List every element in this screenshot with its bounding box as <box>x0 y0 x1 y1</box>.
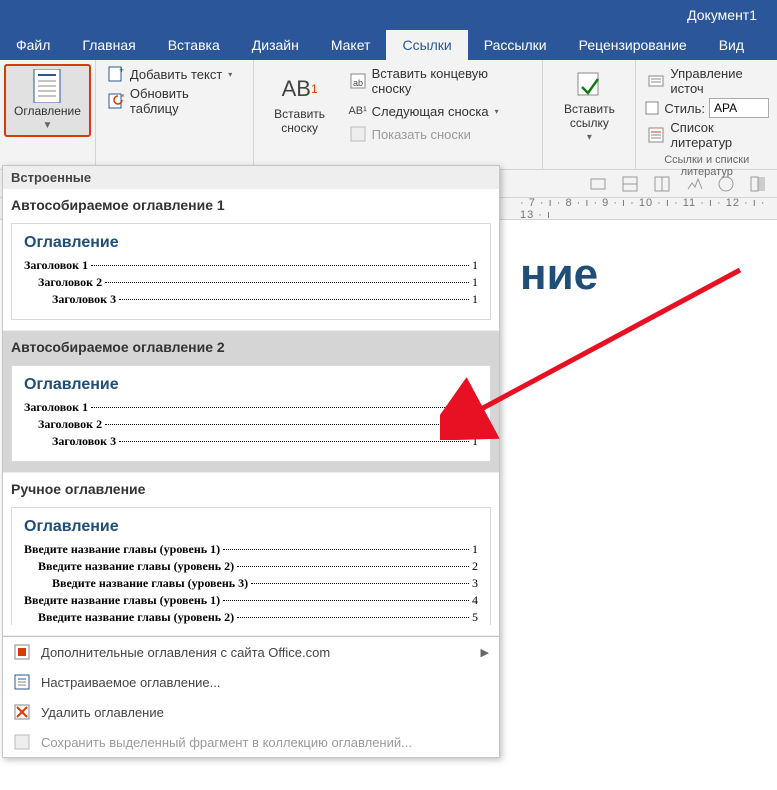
toc-preview-row: Заголовок 31 <box>24 292 478 307</box>
toc-preview-row: Заголовок 11 <box>24 258 478 273</box>
toc-preview: ОглавлениеЗаголовок 11Заголовок 21Заголо… <box>11 223 491 320</box>
insert-link-label: Вставить ссылку <box>559 102 619 130</box>
citation-style: Стиль: <box>644 98 769 118</box>
ribbon-tabs: ФайлГлавнаяВставкаДизайнМакетСсылкиРассы… <box>0 30 777 60</box>
more-toc-office-button[interactable]: Дополнительные оглавления с сайта Office… <box>3 637 499 667</box>
tab-дизайн[interactable]: Дизайн <box>236 30 315 60</box>
toc-preview: ОглавлениеЗаголовок 11Заголовок 21Заголо… <box>11 365 491 462</box>
chevron-down-icon: ▾ <box>228 70 232 79</box>
toc-preview-row: Введите название главы (уровень 2)5 <box>24 610 478 625</box>
tab-вид[interactable]: Вид <box>703 30 760 60</box>
document-heading: ние <box>520 250 777 300</box>
update-table-icon <box>108 93 124 109</box>
tool-icon-5[interactable] <box>717 175 735 193</box>
next-footnote-button[interactable]: AB¹ Следующая сноска ▾ <box>346 101 535 121</box>
insert-link-icon <box>573 68 605 100</box>
tab-рассылки[interactable]: Рассылки <box>468 30 563 60</box>
toc-preview-row: Введите название главы (уровень 1)1 <box>24 542 478 557</box>
custom-toc-icon <box>13 673 31 691</box>
insert-footnote-button[interactable]: AB1 Вставить сноску <box>262 64 338 144</box>
manage-sources-button[interactable]: Управление источ <box>644 64 769 98</box>
toc-gallery-item-3[interactable]: Ручное оглавление ОглавлениеВведите назва… <box>3 473 499 636</box>
tab-макет[interactable]: Макет <box>315 30 387 60</box>
bibliography-icon <box>648 127 664 143</box>
tool-icon-2[interactable] <box>621 175 639 193</box>
show-footnotes-icon <box>350 126 366 142</box>
svg-text:+: + <box>119 66 124 75</box>
tab-рецензирование[interactable]: Рецензирование <box>563 30 703 60</box>
toc-preview: ОглавлениеВведите название главы (уровен… <box>11 507 491 625</box>
toc-preview-row: Введите название главы (уровень 1)4 <box>24 593 478 608</box>
style-combo[interactable] <box>709 98 769 118</box>
insert-link-button[interactable]: Вставить ссылку ▾ <box>551 64 627 147</box>
remove-toc-button[interactable]: Удалить оглавление <box>3 697 499 727</box>
toc-icon <box>31 70 63 102</box>
toc-label: Оглавление <box>14 104 81 118</box>
update-table-button[interactable]: Обновить таблицу <box>104 84 245 118</box>
toc-button[interactable]: Оглавление ▼ <box>4 64 91 137</box>
next-footnote-icon: AB¹ <box>350 103 366 119</box>
toc-preview-row: Заголовок 31 <box>24 434 478 449</box>
gallery-item-title: Автособираемое оглавление 2 <box>9 335 493 361</box>
toc-preview-row: Введите название главы (уровень 2)2 <box>24 559 478 574</box>
gallery-item-title: Ручное оглавление <box>9 477 493 503</box>
title-bar: Документ1 <box>0 0 777 30</box>
chevron-down-icon: ▼ <box>43 120 53 131</box>
ribbon: Оглавление ▼ + Добавить текст ▾ Обновить… <box>0 60 777 170</box>
insert-footnote-label: Вставить сноску <box>270 107 330 135</box>
save-selection-icon <box>13 733 31 751</box>
tab-главная[interactable]: Главная <box>66 30 151 60</box>
tool-icon-6[interactable] <box>749 175 767 193</box>
gallery-item-title: Автособираемое оглавление 1 <box>9 193 493 219</box>
toc-preview-row: Заголовок 11 <box>24 400 478 415</box>
tab-ссылки[interactable]: Ссылки <box>386 30 467 60</box>
tool-icon-4[interactable] <box>685 175 703 193</box>
office-icon <box>13 643 31 661</box>
document-title: Документ1 <box>687 7 757 23</box>
remove-toc-icon <box>13 703 31 721</box>
tab-файл[interactable]: Файл <box>0 30 66 60</box>
toc-preview-row: Заголовок 21 <box>24 275 478 290</box>
gallery-commands: Дополнительные оглавления с сайта Office… <box>3 636 499 757</box>
tab-вставка[interactable]: Вставка <box>152 30 236 60</box>
show-footnotes-button[interactable]: Показать сноски <box>346 124 535 144</box>
style-label: Стиль: <box>664 101 705 116</box>
add-text-button[interactable]: + Добавить текст ▾ <box>104 64 245 84</box>
chevron-right-icon: ▶ <box>481 646 489 659</box>
endnote-icon: ab <box>350 73 366 89</box>
chevron-down-icon: ▾ <box>587 132 592 143</box>
gallery-builtin-header: Встроенные <box>3 166 499 189</box>
manage-sources-icon <box>648 73 664 89</box>
insert-endnote-button[interactable]: ab Вставить концевую сноску <box>346 64 535 98</box>
add-text-icon: + <box>108 66 124 82</box>
bibliography-button[interactable]: Список литератур <box>644 118 769 152</box>
toc-gallery-item-1[interactable]: Автособираемое оглавление 1ОглавлениеЗаг… <box>3 189 499 331</box>
toc-preview-row: Заголовок 21 <box>24 417 478 432</box>
toc-preview-row: Введите название главы (уровень 3)3 <box>24 576 478 591</box>
save-selection-toc-button: Сохранить выделенный фрагмент в коллекци… <box>3 727 499 757</box>
style-icon <box>644 100 660 116</box>
toc-gallery-item-2[interactable]: Автособираемое оглавление 2ОглавлениеЗаг… <box>3 331 499 473</box>
toc-gallery: Встроенные Автособираемое оглавление 1Ог… <box>2 165 500 758</box>
chevron-down-icon: ▾ <box>495 107 499 116</box>
footnote-icon: AB1 <box>284 73 316 105</box>
custom-toc-button[interactable]: Настраиваемое оглавление... <box>3 667 499 697</box>
tool-icon-1[interactable] <box>589 175 607 193</box>
tool-icon-3[interactable] <box>653 175 671 193</box>
svg-text:ab: ab <box>353 78 363 88</box>
